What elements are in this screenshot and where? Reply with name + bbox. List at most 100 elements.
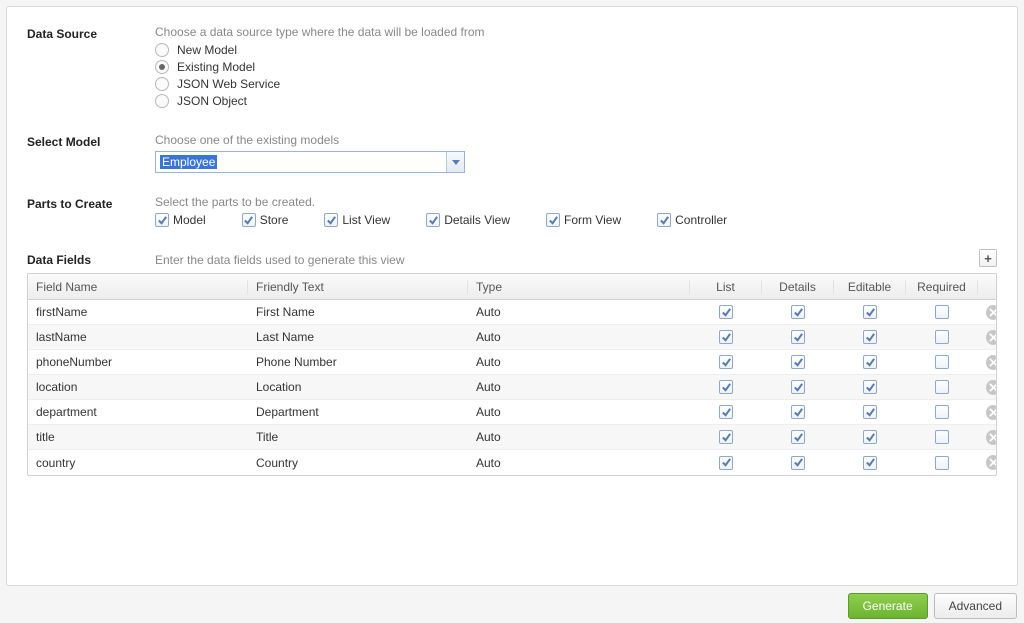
cell-delete[interactable]: [978, 405, 997, 420]
cell-delete[interactable]: [978, 430, 997, 445]
cell-field-name[interactable]: firstName: [28, 305, 248, 319]
cell-field-name[interactable]: department: [28, 405, 248, 419]
checkbox-icon[interactable]: [791, 330, 805, 344]
delete-row-icon[interactable]: [986, 355, 997, 370]
table-row[interactable]: titleTitleAuto: [28, 425, 996, 450]
table-row[interactable]: countryCountryAuto: [28, 450, 996, 475]
cell-friendly-text[interactable]: Country: [248, 456, 468, 470]
cell-editable[interactable]: [834, 430, 906, 444]
cell-friendly-text[interactable]: Title: [248, 430, 468, 444]
data-source-option[interactable]: JSON Object: [155, 94, 997, 108]
checkbox-icon[interactable]: [719, 430, 733, 444]
cell-list[interactable]: [690, 305, 762, 319]
cell-list[interactable]: [690, 456, 762, 470]
checkbox-icon[interactable]: [719, 380, 733, 394]
table-row[interactable]: lastNameLast NameAuto: [28, 325, 996, 350]
col-friendly-text[interactable]: Friendly Text: [248, 280, 468, 294]
cell-editable[interactable]: [834, 456, 906, 470]
checkbox-icon[interactable]: [426, 213, 440, 227]
checkbox-icon[interactable]: [935, 305, 949, 319]
cell-delete[interactable]: [978, 455, 997, 470]
checkbox-icon[interactable]: [719, 355, 733, 369]
checkbox-icon[interactable]: [791, 430, 805, 444]
cell-type[interactable]: Auto: [468, 380, 690, 394]
checkbox-icon[interactable]: [719, 305, 733, 319]
cell-field-name[interactable]: country: [28, 456, 248, 470]
checkbox-icon[interactable]: [935, 430, 949, 444]
parts-checkbox[interactable]: Model: [155, 213, 206, 227]
checkbox-icon[interactable]: [935, 380, 949, 394]
cell-details[interactable]: [762, 355, 834, 369]
checkbox-icon[interactable]: [935, 355, 949, 369]
checkbox-icon[interactable]: [324, 213, 338, 227]
checkbox-icon[interactable]: [935, 330, 949, 344]
checkbox-icon[interactable]: [863, 380, 877, 394]
checkbox-icon[interactable]: [657, 213, 671, 227]
model-select-trigger[interactable]: [446, 152, 464, 172]
checkbox-icon[interactable]: [935, 456, 949, 470]
cell-editable[interactable]: [834, 330, 906, 344]
cell-type[interactable]: Auto: [468, 330, 690, 344]
cell-delete[interactable]: [978, 380, 997, 395]
cell-friendly-text[interactable]: Phone Number: [248, 355, 468, 369]
cell-friendly-text[interactable]: Last Name: [248, 330, 468, 344]
checkbox-icon[interactable]: [791, 305, 805, 319]
cell-editable[interactable]: [834, 355, 906, 369]
col-type[interactable]: Type: [468, 280, 690, 294]
cell-type[interactable]: Auto: [468, 305, 690, 319]
cell-field-name[interactable]: lastName: [28, 330, 248, 344]
col-editable[interactable]: Editable: [834, 280, 906, 294]
cell-required[interactable]: [906, 380, 978, 394]
cell-field-name[interactable]: phoneNumber: [28, 355, 248, 369]
cell-required[interactable]: [906, 405, 978, 419]
checkbox-icon[interactable]: [155, 213, 169, 227]
parts-checkbox[interactable]: Controller: [657, 213, 727, 227]
checkbox-icon[interactable]: [791, 456, 805, 470]
checkbox-icon[interactable]: [935, 405, 949, 419]
cell-required[interactable]: [906, 305, 978, 319]
table-row[interactable]: firstNameFirst NameAuto: [28, 300, 996, 325]
radio-icon[interactable]: [155, 43, 169, 57]
radio-icon[interactable]: [155, 60, 169, 74]
generate-button[interactable]: Generate: [848, 593, 928, 619]
data-source-option[interactable]: Existing Model: [155, 60, 997, 74]
cell-list[interactable]: [690, 405, 762, 419]
col-details[interactable]: Details: [762, 280, 834, 294]
advanced-button[interactable]: Advanced: [934, 593, 1017, 619]
checkbox-icon[interactable]: [863, 405, 877, 419]
cell-editable[interactable]: [834, 305, 906, 319]
cell-required[interactable]: [906, 355, 978, 369]
cell-field-name[interactable]: location: [28, 380, 248, 394]
checkbox-icon[interactable]: [863, 355, 877, 369]
col-list[interactable]: List: [690, 280, 762, 294]
cell-field-name[interactable]: title: [28, 430, 248, 444]
cell-friendly-text[interactable]: First Name: [248, 305, 468, 319]
cell-type[interactable]: Auto: [468, 355, 690, 369]
checkbox-icon[interactable]: [719, 330, 733, 344]
delete-row-icon[interactable]: [986, 380, 997, 395]
delete-row-icon[interactable]: [986, 330, 997, 345]
cell-details[interactable]: [762, 330, 834, 344]
cell-required[interactable]: [906, 430, 978, 444]
cell-type[interactable]: Auto: [468, 405, 690, 419]
cell-delete[interactable]: [978, 305, 997, 320]
cell-editable[interactable]: [834, 405, 906, 419]
cell-details[interactable]: [762, 380, 834, 394]
cell-required[interactable]: [906, 456, 978, 470]
cell-friendly-text[interactable]: Location: [248, 380, 468, 394]
delete-row-icon[interactable]: [986, 430, 997, 445]
radio-icon[interactable]: [155, 94, 169, 108]
cell-list[interactable]: [690, 430, 762, 444]
delete-row-icon[interactable]: [986, 305, 997, 320]
parts-checkbox[interactable]: Store: [242, 213, 289, 227]
add-field-button[interactable]: +: [979, 249, 997, 267]
data-source-option[interactable]: New Model: [155, 43, 997, 57]
delete-row-icon[interactable]: [986, 405, 997, 420]
cell-delete[interactable]: [978, 355, 997, 370]
checkbox-icon[interactable]: [863, 430, 877, 444]
cell-details[interactable]: [762, 430, 834, 444]
cell-details[interactable]: [762, 456, 834, 470]
parts-checkbox[interactable]: Details View: [426, 213, 510, 227]
table-row[interactable]: locationLocationAuto: [28, 375, 996, 400]
parts-checkbox[interactable]: List View: [324, 213, 390, 227]
